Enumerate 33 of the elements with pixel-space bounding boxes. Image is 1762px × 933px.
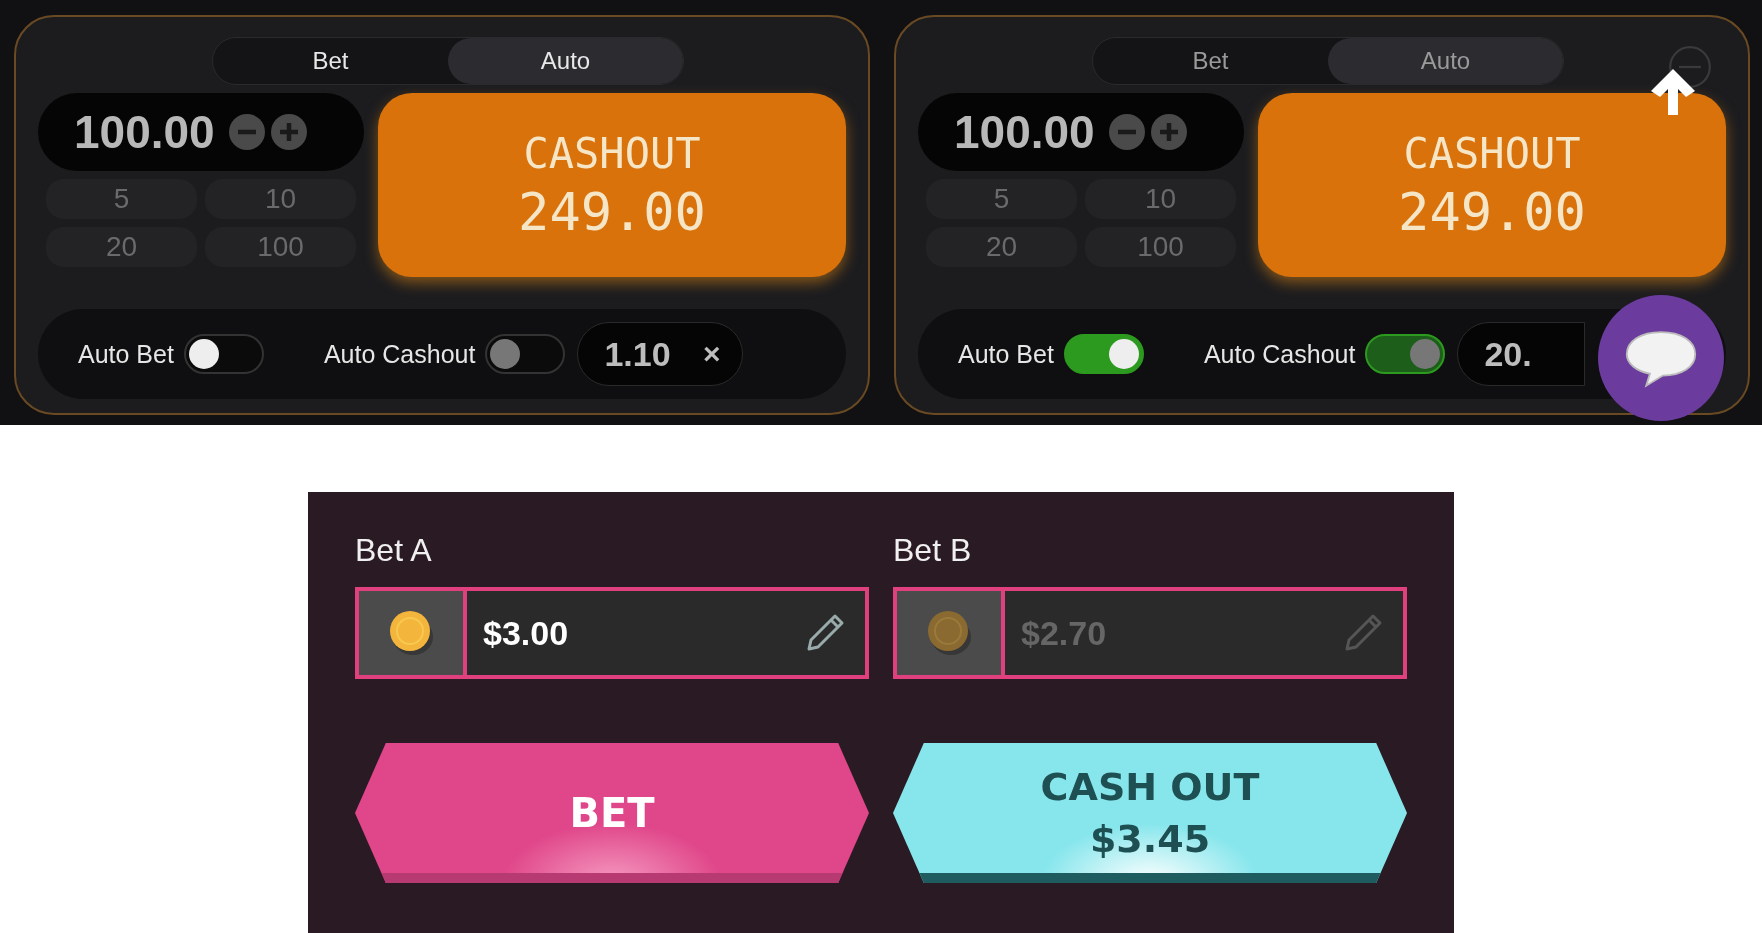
- chip-button[interactable]: 5: [46, 179, 197, 219]
- cashout-button[interactable]: CASHOUT 249.00: [1258, 93, 1726, 277]
- multiplier-field[interactable]: 1.10 ×: [577, 322, 744, 386]
- chip-button[interactable]: 100: [1085, 227, 1236, 267]
- toggle-switch[interactable]: [1063, 334, 1144, 374]
- bet-label: Bet A: [355, 532, 433, 569]
- tab[interactable]: Bet: [1093, 38, 1328, 84]
- toggle-label: Auto Bet: [78, 339, 174, 369]
- bet-amount-field[interactable]: $3.00: [355, 587, 869, 679]
- chip-button[interactable]: 20: [46, 227, 197, 267]
- toggle-switch[interactable]: [485, 334, 566, 374]
- cash-out-button[interactable]: CASH OUT $3.45: [893, 743, 1407, 883]
- chip-button[interactable]: 20: [926, 227, 1077, 267]
- coin-icon: [389, 609, 433, 657]
- toggle-switch[interactable]: [1365, 334, 1446, 374]
- chip-button[interactable]: 100: [205, 227, 356, 267]
- cashout-button[interactable]: CASHOUT 249.00: [378, 93, 846, 277]
- chip-button[interactable]: 10: [205, 179, 356, 219]
- tab[interactable]: Auto: [1328, 38, 1563, 84]
- tab[interactable]: Bet: [213, 38, 448, 84]
- bet-label: Bet B: [893, 532, 973, 569]
- chip-button[interactable]: 10: [1085, 179, 1236, 219]
- toggle-switch[interactable]: [183, 334, 264, 374]
- multiplier-field[interactable]: 20.: [1457, 322, 1586, 386]
- bet-button[interactable]: BET: [355, 743, 869, 883]
- toggle-label: Auto Bet: [958, 339, 1054, 369]
- pencil-icon[interactable]: [805, 613, 845, 653]
- toggle-label: Auto Cashout: [1203, 339, 1356, 369]
- speech-bubble-icon: [1624, 328, 1698, 388]
- coin-icon: [927, 609, 971, 657]
- tab[interactable]: Auto: [448, 38, 683, 84]
- chip-button[interactable]: 5: [926, 179, 1077, 219]
- toggle-label: Auto Cashout: [323, 339, 476, 369]
